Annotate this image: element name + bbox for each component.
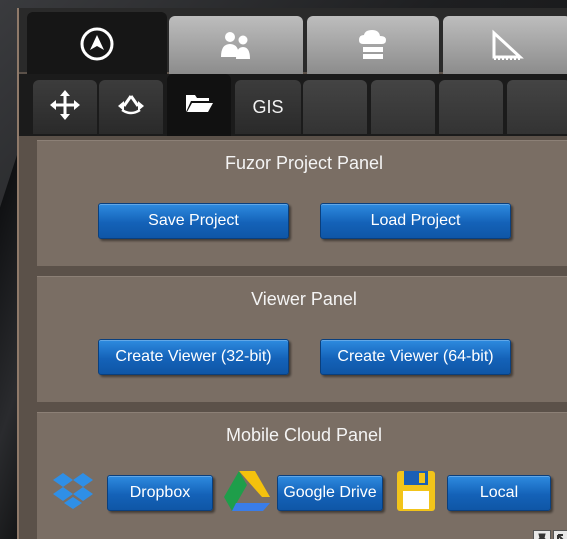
window-corner-controls (531, 530, 567, 539)
project-panel-title: Fuzor Project Panel (224, 153, 384, 173)
tab-empty-3 (439, 80, 503, 134)
tab-measure[interactable] (443, 16, 567, 74)
main-tab-bar (19, 8, 567, 76)
create-viewer-64bit-button[interactable]: Create Viewer (64-bit) (320, 339, 511, 375)
sub-tab-bar: GIS (19, 74, 567, 136)
tab-empty-4 (507, 80, 567, 134)
tab-rotate[interactable] (99, 80, 163, 134)
fuzor-panel-window: GIS Fuzor Project Panel Save Project Loa… (17, 8, 567, 539)
undock-icon[interactable] (553, 530, 567, 539)
cloud-server-icon (355, 28, 391, 62)
people-icon (216, 29, 256, 61)
navigation-compass-icon (79, 26, 115, 62)
tab-gis[interactable]: GIS (235, 80, 301, 134)
save-project-button[interactable]: Save Project (98, 203, 289, 239)
viewer-panel: Viewer Panel Create Viewer (32-bit) Crea… (37, 276, 567, 402)
dropbox-button[interactable]: Dropbox (107, 475, 213, 511)
tab-cloud[interactable] (307, 16, 439, 74)
google-drive-button[interactable]: Google Drive (277, 475, 383, 511)
pin-icon[interactable] (533, 530, 551, 539)
tab-empty-1 (303, 80, 367, 134)
tab-gis-label: GIS (252, 96, 284, 117)
load-project-button[interactable]: Load Project (320, 203, 511, 239)
dropbox-icon (51, 469, 95, 518)
tab-navigation[interactable] (27, 12, 167, 76)
tab-empty-2 (371, 80, 435, 134)
tab-people[interactable] (169, 16, 303, 74)
tab-project-files[interactable] (167, 74, 231, 136)
google-drive-icon (223, 469, 271, 518)
mobile-cloud-panel: Mobile Cloud Panel Dropbox Google Drive (37, 412, 567, 539)
create-viewer-32bit-button[interactable]: Create Viewer (32-bit) (98, 339, 289, 375)
local-button[interactable]: Local (447, 475, 551, 511)
rotate-icon (114, 92, 148, 123)
mobile-cloud-panel-title: Mobile Cloud Panel (225, 425, 383, 445)
folder-open-icon (184, 92, 214, 119)
viewer-panel-title: Viewer Panel (251, 289, 357, 309)
move-arrows-icon (49, 89, 81, 126)
project-panel: Fuzor Project Panel Save Project Load Pr… (37, 140, 567, 266)
ruler-triangle-icon (490, 29, 524, 61)
tab-move[interactable] (33, 80, 97, 134)
floppy-disk-icon (395, 469, 437, 518)
